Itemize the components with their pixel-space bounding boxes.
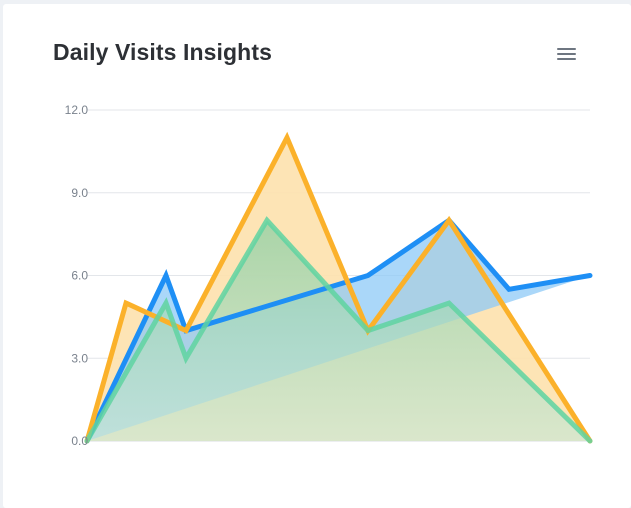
y-tick-label: 12.0 [65,103,89,117]
y-tick-label: 3.0 [71,351,88,365]
y-tick-label: 9.0 [71,186,88,200]
y-tick-label: 6.0 [71,269,88,283]
area-chart: 0.0 3.0 6.0 9.0 12.0 [65,103,593,448]
y-axis-tick-labels: 0.0 3.0 6.0 9.0 12.0 [65,103,89,448]
y-tick-label: 0.0 [71,434,88,448]
